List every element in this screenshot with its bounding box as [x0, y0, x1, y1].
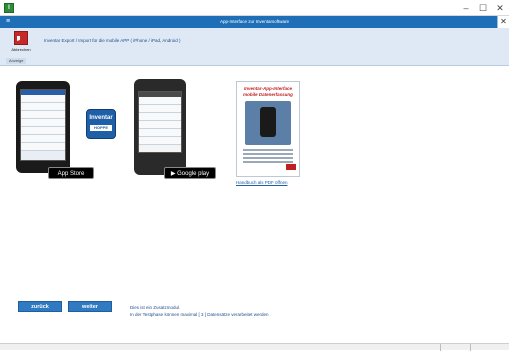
main-content: App Store Inventar HOPPE ▶ Google play I…: [0, 67, 509, 343]
minimize-button[interactable]: –: [459, 2, 473, 14]
open-manual-link[interactable]: Handbuch als PDF öffnen: [236, 180, 287, 185]
outer-titlebar: I – ☐ ✕: [0, 0, 509, 16]
brochure-stamp: [286, 164, 296, 170]
brochure-phone-photo: [245, 101, 291, 145]
app-icon: I: [4, 3, 14, 13]
close-button[interactable]: ✕: [493, 2, 507, 14]
maximize-button[interactable]: ☐: [476, 2, 490, 14]
notice-line-2: In der Testphase können maximal [ 3 ] Da…: [130, 312, 269, 317]
window-title: App-Interface zur Inventarsoftware: [219, 19, 290, 24]
android-phone-image: [134, 79, 186, 175]
cancel-button[interactable]: Abbrechen: [8, 31, 34, 59]
logo-subtext: HOPPE: [90, 125, 112, 131]
cancel-button-label: Abbrechen: [11, 47, 31, 52]
brochure-title-2: mobile Datenerfassung: [243, 92, 293, 97]
ribbon: Abbrechen Anzeige Inventar Export / Impo…: [0, 28, 509, 66]
status-bar: [0, 343, 509, 351]
app-store-badge[interactable]: App Store: [48, 167, 94, 179]
inventar-logo: Inventar HOPPE: [86, 109, 116, 139]
inner-titlebar: ≡ App-Interface zur Inventarsoftware ✕: [0, 16, 509, 28]
manual-brochure-image: Inventar-App-Interface mobile Datenerfas…: [236, 81, 300, 177]
notice-line-1: Dies ist ein Zusatzmodul.: [130, 305, 181, 310]
iphone-image: [16, 81, 70, 173]
logo-text: Inventar: [89, 115, 113, 121]
ribbon-group-label: Anzeige: [6, 58, 27, 64]
exit-icon: [14, 31, 28, 45]
trial-notice: Dies ist ein Zusatzmodul. In der Testpha…: [130, 304, 269, 318]
ribbon-info-text: Inventar Export / Import für die mobile …: [44, 38, 181, 43]
back-button[interactable]: zurück: [18, 301, 62, 312]
next-button[interactable]: weiter: [68, 301, 112, 312]
google-play-badge[interactable]: ▶ Google play: [164, 167, 216, 179]
inner-close-button[interactable]: ✕: [497, 16, 509, 28]
